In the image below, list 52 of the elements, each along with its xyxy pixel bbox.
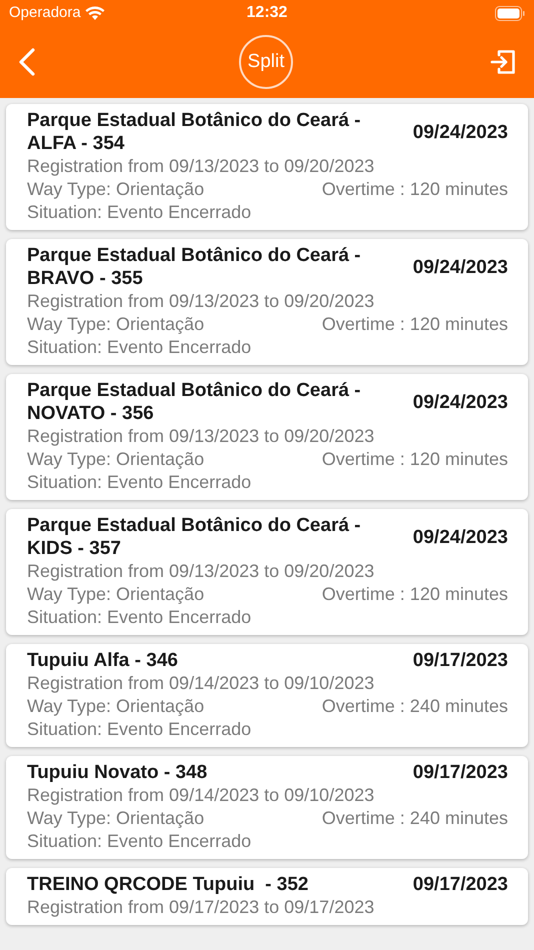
event-card[interactable]: Parque Estadual Botânico do Ceará - BRAVO - 355 09/24/2023 Registration from 09/13/2023 to 09/20/2023 Way Type: Orientação Overtime : 120 minutes Situation: Evento Encerrado [6, 239, 528, 365]
registration-period: Registration from 09/13/2023 to 09/20/2023 [27, 425, 376, 448]
way-type: Way Type: Orientação [27, 807, 204, 830]
situation: Situation: Evento Encerrado [27, 336, 252, 359]
carrier-name: Operadora [9, 2, 81, 23]
event-title: Tupuiu Novato - 348 [27, 761, 208, 784]
registration-period: Registration from 09/17/2023 to 09/17/2023 [27, 896, 376, 919]
event-card[interactable]: Parque Estadual Botânico do Ceará - NOVATO - 356 09/24/2023 Registration from 09/13/2023 to 09/20/2023 Way Type: Orientação Overtime : 120 minutes Situation: Evento Encerrado [6, 374, 528, 500]
situation: Situation: Evento Encerrado [27, 830, 252, 853]
situation: Situation: Evento Encerrado [27, 471, 252, 494]
overtime: Overtime : 240 minutes [322, 807, 508, 830]
situation: Situation: Evento Encerrado [27, 201, 252, 224]
way-type: Way Type: Orientação [27, 448, 204, 471]
event-date: 09/17/2023 [412, 761, 508, 784]
event-date: 09/24/2023 [412, 256, 508, 278]
event-date: 09/24/2023 [412, 120, 508, 144]
event-card[interactable]: TREINO QRCODE Tupuiu - 352 09/17/2023 Registration from 09/17/2023 to 09/17/2023 [6, 868, 528, 925]
event-card[interactable]: Parque Estadual Botânico do Ceará - KIDS - 357 09/24/2023 Registration from 09/13/2023 to 09/20/2023 Way Type: Orientação Overtime : 120 minutes Situation: Evento Encerrado [6, 509, 528, 635]
event-card[interactable]: Tupuiu Alfa - 346 09/17/2023 Registration from 09/14/2023 to 09/10/2023 Way Type: Orientação Overtime : 240 minutes Situation: Evento Encerrado [6, 644, 528, 747]
event-title: Parque Estadual Botânico do Ceará - BRAVO - 355 [27, 244, 362, 290]
overtime: Overtime : 120 minutes [322, 313, 508, 336]
registration-period: Registration from 09/13/2023 to 09/20/2023 [27, 290, 376, 313]
way-type: Way Type: Orientação [27, 178, 204, 201]
event-card[interactable]: Tupuiu Novato - 348 09/17/2023 Registration from 09/14/2023 to 09/10/2023 Way Type: Orientação Overtime : 240 minutes Situation: Evento Encerrado [6, 756, 528, 859]
way-type: Way Type: Orientação [27, 583, 204, 606]
event-title: Parque Estadual Botânico do Ceará - KIDS - 357 [27, 514, 362, 560]
event-title: Tupuiu Alfa - 346 [27, 649, 179, 672]
event-date: 09/17/2023 [412, 649, 508, 672]
event-date: 09/17/2023 [412, 873, 508, 896]
battery-icon [494, 6, 525, 20]
split-logo: Split [239, 35, 293, 89]
overtime: Overtime : 120 minutes [322, 583, 508, 606]
situation: Situation: Evento Encerrado [27, 718, 252, 741]
event-card[interactable]: Parque Estadual Botânico do Ceará - ALFA - 354 09/24/2023 Registration from 09/13/2023 to 09/20/2023 Way Type: Orientação Overtime : 120 minutes Situation: Evento Encerrado [6, 104, 528, 230]
overtime: Overtime : 120 minutes [322, 178, 508, 201]
overtime: Overtime : 240 minutes [322, 695, 508, 718]
way-type: Way Type: Orientação [27, 313, 204, 336]
event-title: Parque Estadual Botânico do Ceará - ALFA - 354 [27, 109, 362, 155]
event-date: 09/24/2023 [412, 390, 508, 414]
event-title: TREINO QRCODE Tupuiu - 352 [27, 873, 310, 896]
registration-period: Registration from 09/13/2023 to 09/20/2023 [27, 155, 376, 178]
registration-period: Registration from 09/14/2023 to 09/10/2023 [27, 784, 376, 807]
event-date: 09/24/2023 [412, 526, 508, 548]
event-title: Parque Estadual Botânico do Ceará - NOVATO - 356 [27, 379, 362, 425]
way-type: Way Type: Orientação [27, 695, 204, 718]
overtime: Overtime : 120 minutes [322, 448, 508, 471]
logout-button[interactable] [490, 49, 516, 75]
clock: 12:32 [246, 3, 288, 23]
situation: Situation: Evento Encerrado [27, 606, 252, 629]
registration-period: Registration from 09/14/2023 to 09/10/2023 [27, 672, 376, 695]
registration-period: Registration from 09/13/2023 to 09/20/2023 [27, 560, 376, 583]
wifi-icon [84, 6, 105, 20]
